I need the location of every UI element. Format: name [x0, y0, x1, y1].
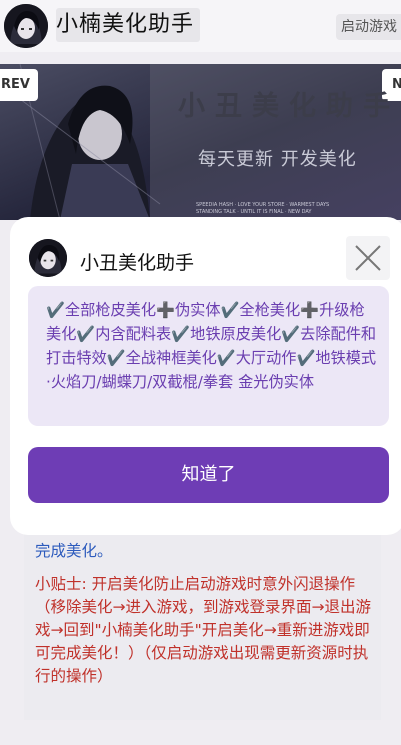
banner-prev-button[interactable]: REV	[0, 69, 38, 101]
feature-list-text: ✔️全部枪皮美化➕伪实体✔️全枪美化➕升级枪美化✔️内含配料表✔️地铁原皮美化✔…	[46, 301, 377, 391]
svg-text:STANDING TALK · UNTIL IT IS FI: STANDING TALK · UNTIL IT IS FINAL · NEW …	[196, 209, 312, 215]
close-icon	[355, 245, 381, 271]
modal-title: 小丑美化助手	[80, 252, 195, 274]
modal-avatar	[29, 239, 67, 277]
confirm-button[interactable]: 知道了	[28, 447, 389, 503]
app-title: 小楠美化助手	[56, 8, 201, 42]
content-text: 完成美化。 小贴士: 开启美化防止启动游戏时意外闪退操作（移除美化→进入游戏，到…	[35, 540, 375, 688]
tip-text: 小贴士: 开启美化防止启动游戏时意外闪退操作（移除美化→进入游戏，到游戏登录界面…	[35, 575, 371, 685]
app-avatar	[4, 4, 48, 48]
svg-text:SPEEDIA HASH · LOVE YOUR STORE: SPEEDIA HASH · LOVE YOUR STORE · WARMEST…	[196, 202, 329, 208]
start-game-button[interactable]: 启动游戏	[336, 14, 401, 40]
banner-title: 小丑美化助手	[178, 91, 400, 122]
content-line-blue: 完成美化。	[35, 542, 113, 560]
close-button[interactable]	[346, 236, 390, 280]
banner-subtitle: 每天更新 开发美化	[198, 149, 357, 170]
